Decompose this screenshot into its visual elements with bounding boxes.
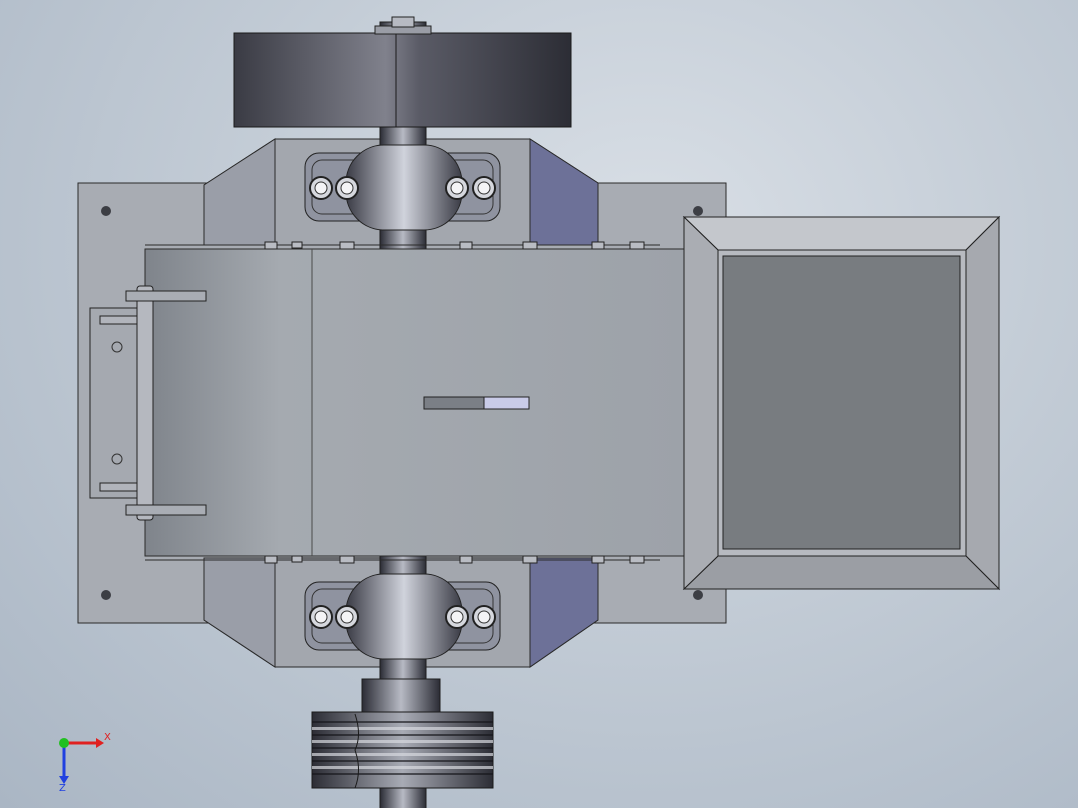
cad-viewport[interactable]: X Z — [0, 0, 1078, 808]
bolt-hole — [693, 590, 703, 600]
inspection-slot — [423, 396, 485, 410]
x-axis-label: X — [104, 732, 111, 743]
flywheel — [233, 32, 572, 128]
bolt-hole — [101, 590, 111, 600]
v-belt-pulley — [311, 711, 494, 789]
axis-triad: X Z — [44, 728, 124, 798]
crusher-model[interactable] — [0, 0, 1078, 808]
z-axis-label: Z — [59, 783, 66, 794]
bolt-hole — [101, 206, 111, 216]
pulley-hub — [361, 678, 441, 715]
hopper-opening — [722, 255, 961, 550]
crusher-body — [144, 248, 686, 557]
bolt-hole — [693, 206, 703, 216]
y-axis-dot — [59, 738, 69, 748]
adjust-rod — [136, 285, 154, 521]
